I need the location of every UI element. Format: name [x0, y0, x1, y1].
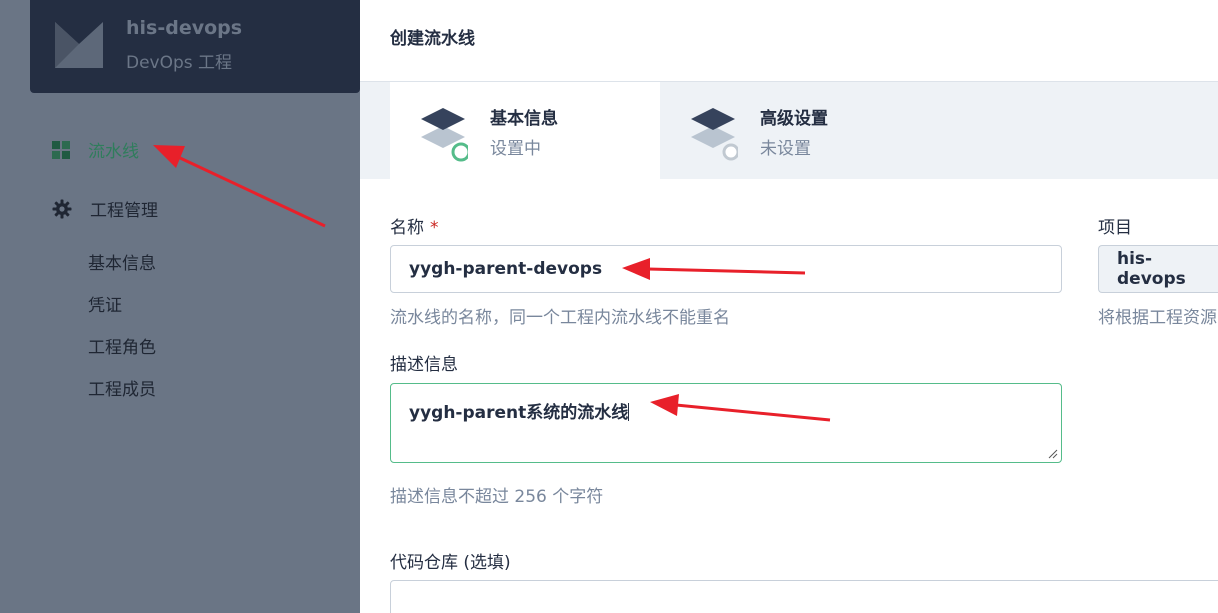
sidebar-subitem-credentials[interactable]: 凭证	[88, 291, 122, 316]
step-title: 基本信息	[490, 109, 558, 129]
project-field: his-devops	[1098, 245, 1218, 293]
resize-handle-icon[interactable]	[1048, 449, 1058, 459]
project-logo-icon	[55, 22, 103, 68]
gear-icon	[52, 199, 72, 218]
required-mark: *	[430, 218, 439, 238]
text-caret	[628, 403, 630, 421]
project-type: DevOps 工程	[126, 53, 233, 73]
step-tabs: 基本信息 设置中 高级设置 未设置	[360, 82, 1218, 179]
project-label: 项目	[1098, 218, 1132, 238]
name-hint: 流水线的名称，同一个工程内流水线不能重名	[390, 308, 730, 328]
step-status: 设置中	[490, 139, 541, 159]
page-title: 创建流水线	[390, 29, 475, 49]
repo-selector[interactable]	[390, 580, 1218, 613]
sidebar-item-label: 工程管理	[90, 201, 158, 221]
step-advanced-settings[interactable]: 高级设置 未设置	[660, 82, 930, 179]
sidebar-subitem-project-roles[interactable]: 工程角色	[88, 333, 156, 358]
sidebar-subitem-basic-info[interactable]: 基本信息	[88, 249, 156, 274]
sidebar-subitem-project-members[interactable]: 工程成员	[88, 375, 156, 400]
sidebar-item-pipeline[interactable]: 流水线	[52, 137, 139, 162]
sidebar-item-project-management[interactable]: 工程管理	[52, 196, 158, 221]
sidebar: his-devops DevOps 工程 流水线 工程管理 基本信息 凭证 工程…	[0, 0, 360, 613]
step-title: 高级设置	[760, 109, 828, 129]
repo-label: 代码仓库 (选填)	[390, 553, 511, 573]
step-status: 未设置	[760, 139, 811, 159]
description-hint: 描述信息不超过 256 个字符	[390, 487, 604, 507]
name-input[interactable]: yygh-parent-devops	[390, 245, 1062, 293]
modal-header: 创建流水线	[360, 0, 1218, 82]
sidebar-item-label: 流水线	[88, 142, 139, 162]
pipeline-icon	[52, 140, 70, 159]
project-card[interactable]: his-devops DevOps 工程	[30, 0, 360, 93]
step-basic-info[interactable]: 基本信息 设置中	[390, 82, 660, 179]
project-hint: 将根据工程资源	[1098, 308, 1217, 328]
name-label: 名称 *	[390, 218, 439, 238]
description-textarea[interactable]: yygh-parent系统的流水线	[390, 383, 1062, 463]
layers-icon	[421, 108, 468, 162]
description-label: 描述信息	[390, 355, 458, 375]
layers-icon	[691, 108, 738, 161]
project-name: his-devops	[126, 17, 243, 39]
description-text: yygh-parent系统的流水线	[409, 403, 629, 423]
